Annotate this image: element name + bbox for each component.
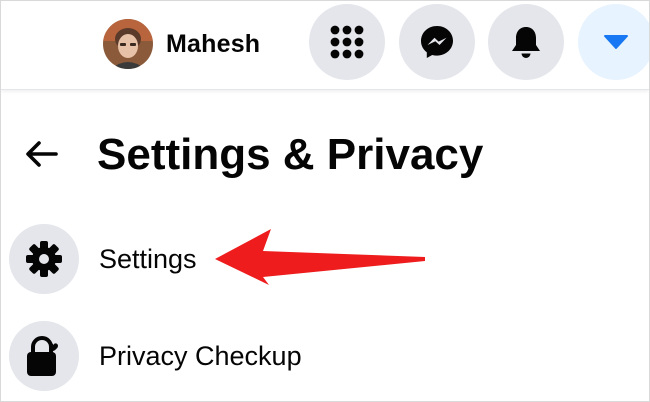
privacy-icon-container — [9, 321, 79, 391]
back-button[interactable] — [19, 131, 65, 177]
annotation-arrow — [215, 229, 425, 285]
bell-icon — [512, 27, 540, 58]
avatar — [103, 19, 153, 69]
lock-heart-icon — [27, 336, 58, 376]
menu-grid-icon — [330, 25, 364, 59]
account-menu-button[interactable] — [578, 4, 649, 80]
gear-icon — [26, 241, 62, 277]
messenger-button[interactable] — [399, 4, 475, 80]
profile-name: Mahesh — [166, 29, 261, 58]
menu-button[interactable] — [309, 4, 385, 80]
profile-button[interactable]: Mahesh — [103, 19, 260, 69]
settings-icon-container — [9, 224, 79, 294]
settings-privacy-screen: Mahesh Settings & Privacy Settings Priva… — [0, 0, 650, 402]
privacy-checkup-label: Privacy Checkup — [99, 340, 302, 371]
caret-down-icon — [604, 35, 628, 49]
notifications-button[interactable] — [488, 4, 564, 80]
messenger-icon — [421, 26, 453, 58]
settings-label: Settings — [99, 243, 197, 274]
privacy-checkup-menu-item[interactable]: Privacy Checkup — [9, 320, 569, 392]
top-navigation-bar: Mahesh — [1, 1, 649, 90]
back-arrow-icon — [26, 141, 58, 167]
page-title: Settings & Privacy — [97, 130, 484, 179]
